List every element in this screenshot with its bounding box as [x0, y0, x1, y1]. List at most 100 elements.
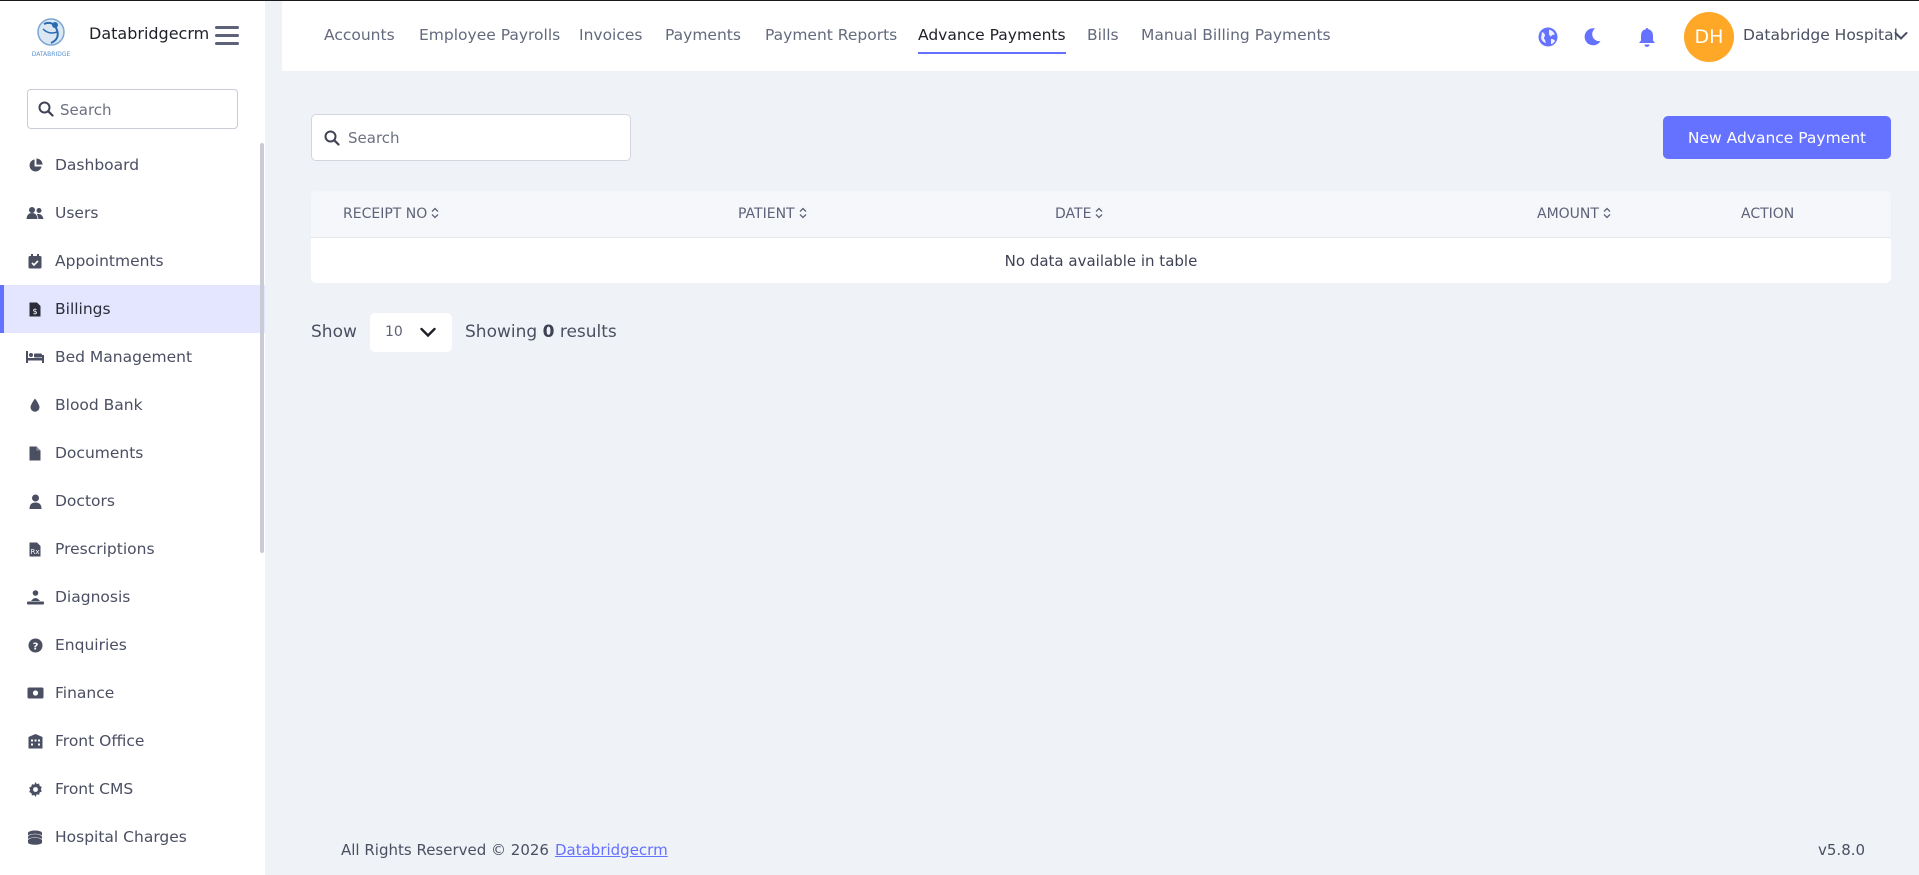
sidebar-item-users[interactable]: Users [0, 189, 265, 237]
sidebar-item-label: Bed Management [55, 348, 193, 366]
sidebar: DATABRIDGE Databridgecrm Dashboard Users [0, 1, 265, 875]
sidebar-item-dashboard[interactable]: Dashboard [0, 141, 265, 189]
svg-text:Rx: Rx [30, 548, 39, 556]
sidebar-item-label: Diagnosis [55, 588, 131, 606]
pie-chart-icon [26, 157, 44, 173]
dark-mode-moon-icon[interactable] [1581, 26, 1603, 48]
table-header: RECEIPT NO PATIENT DATE AMOUNT ACTION [311, 191, 1891, 238]
footer-copyright: All Rights Reserved © 2026 Databridgecrm [341, 841, 668, 859]
page-size-select[interactable]: 10 [370, 313, 452, 352]
sidebar-item-front-cms[interactable]: Front CMS [0, 765, 265, 813]
table-empty-message: No data available in table [1004, 252, 1198, 270]
table-search [311, 114, 631, 161]
sidebar-item-bed-management[interactable]: Bed Management [0, 333, 265, 381]
sidebar-item-hospital-charges[interactable]: Hospital Charges [0, 813, 265, 861]
sidebar-item-label: Front Office [55, 732, 145, 750]
app-version: v5.8.0 [1818, 841, 1866, 859]
column-header-patient[interactable]: PATIENT [738, 206, 807, 222]
sidebar-item-blood-bank[interactable]: Blood Bank [0, 381, 265, 429]
column-header-receipt-no[interactable]: RECEIPT NO [343, 206, 439, 222]
menu-toggle-icon[interactable] [215, 26, 239, 46]
building-icon [26, 733, 44, 749]
new-advance-payment-button[interactable]: New Advance Payment [1663, 116, 1891, 159]
sidebar-item-label: Finance [55, 684, 115, 702]
column-header-amount[interactable]: AMOUNT [1537, 206, 1611, 222]
databridge-logo: DATABRIDGE [32, 18, 71, 58]
sidebar-item-label: Documents [55, 444, 144, 462]
sidebar-item-doctors[interactable]: Doctors [0, 477, 265, 525]
column-header-label: AMOUNT [1537, 206, 1599, 222]
sidebar-item-label: Billings [55, 300, 111, 318]
results-suffix: results [559, 322, 617, 342]
sidebar-item-label: Enquiries [55, 636, 127, 654]
sidebar-item-label: Blood Bank [55, 396, 143, 414]
tab-payment-reports[interactable]: Payment Reports [765, 26, 897, 44]
sidebar-item-label: Users [55, 204, 99, 222]
sidebar-item-label: Prescriptions [55, 540, 155, 558]
column-header-date[interactable]: DATE [1055, 206, 1103, 222]
tab-employee-payrolls[interactable]: Employee Payrolls [419, 26, 560, 44]
sidebar-item-documents[interactable]: Documents [0, 429, 265, 477]
sidebar-item-label: Hospital Charges [55, 828, 187, 846]
diagnosis-icon [26, 589, 44, 605]
results-count-value: 0 [542, 322, 555, 342]
sidebar-item-label: Appointments [55, 252, 164, 270]
users-icon [26, 205, 44, 221]
prescription-icon: Rx [26, 541, 44, 557]
calendar-check-icon [26, 253, 44, 269]
results-prefix: Showing [465, 322, 538, 342]
sidebar-menu: Dashboard Users Appointments $ Billings … [0, 141, 265, 861]
file-invoice-icon: $ [26, 301, 44, 317]
page-size-value: 10 [385, 324, 403, 340]
notification-bell-icon[interactable] [1636, 26, 1658, 48]
column-header-label: DATE [1055, 206, 1092, 222]
sort-icon [799, 207, 807, 219]
chevron-down-icon [420, 327, 436, 338]
column-header-label: RECEIPT NO [343, 206, 428, 222]
droplet-icon [26, 397, 44, 413]
sidebar-item-front-office[interactable]: Front Office [0, 717, 265, 765]
footer-brand-link[interactable]: Databridgecrm [555, 841, 668, 859]
svg-text:DATABRIDGE: DATABRIDGE [32, 51, 71, 58]
tab-accounts[interactable]: Accounts [324, 26, 395, 44]
search-icon [38, 101, 54, 117]
page-size-label: Show [311, 322, 357, 342]
sidebar-scrollbar[interactable] [260, 143, 264, 553]
search-icon [324, 130, 340, 146]
coins-icon [26, 829, 44, 845]
tab-invoices[interactable]: Invoices [579, 26, 643, 44]
results-count: Showing 0 results [465, 322, 617, 342]
user-avatar[interactable]: DH [1684, 12, 1734, 62]
gear-icon [26, 781, 44, 797]
sidebar-item-label: Doctors [55, 492, 115, 510]
globe-icon[interactable] [1537, 26, 1559, 48]
column-header-label: PATIENT [738, 206, 795, 222]
brand-name: Databridgecrm [89, 24, 210, 43]
tab-payments[interactable]: Payments [665, 26, 741, 44]
column-header-label: ACTION [1741, 206, 1795, 222]
sidebar-item-billings[interactable]: $ Billings [0, 285, 265, 333]
sidebar-item-label: Front CMS [55, 780, 134, 798]
sort-icon [431, 207, 439, 219]
tab-bills[interactable]: Bills [1087, 26, 1119, 44]
sidebar-item-appointments[interactable]: Appointments [0, 237, 265, 285]
chevron-down-icon[interactable] [1894, 31, 1908, 41]
user-name-dropdown[interactable]: Databridge Hospital [1743, 26, 1898, 44]
top-header: Accounts Employee Payrolls Invoices Paym… [282, 1, 1919, 71]
copyright-text: All Rights Reserved © 2026 [341, 841, 549, 859]
bed-icon [26, 349, 44, 365]
sidebar-item-diagnosis[interactable]: Diagnosis [0, 573, 265, 621]
svg-text:$: $ [32, 307, 37, 316]
sidebar-search-input[interactable] [60, 99, 230, 121]
svg-text:?: ? [32, 641, 38, 652]
file-icon [26, 445, 44, 461]
sidebar-item-finance[interactable]: Finance [0, 669, 265, 717]
money-icon [26, 685, 44, 701]
tab-advance-payments[interactable]: Advance Payments [918, 26, 1066, 54]
sidebar-item-enquiries[interactable]: ? Enquiries [0, 621, 265, 669]
table-search-input[interactable] [348, 127, 618, 149]
tab-manual-billing-payments[interactable]: Manual Billing Payments [1141, 26, 1331, 44]
sidebar-brand: DATABRIDGE Databridgecrm [0, 1, 265, 71]
sort-icon [1603, 207, 1611, 219]
sidebar-item-prescriptions[interactable]: Rx Prescriptions [0, 525, 265, 573]
